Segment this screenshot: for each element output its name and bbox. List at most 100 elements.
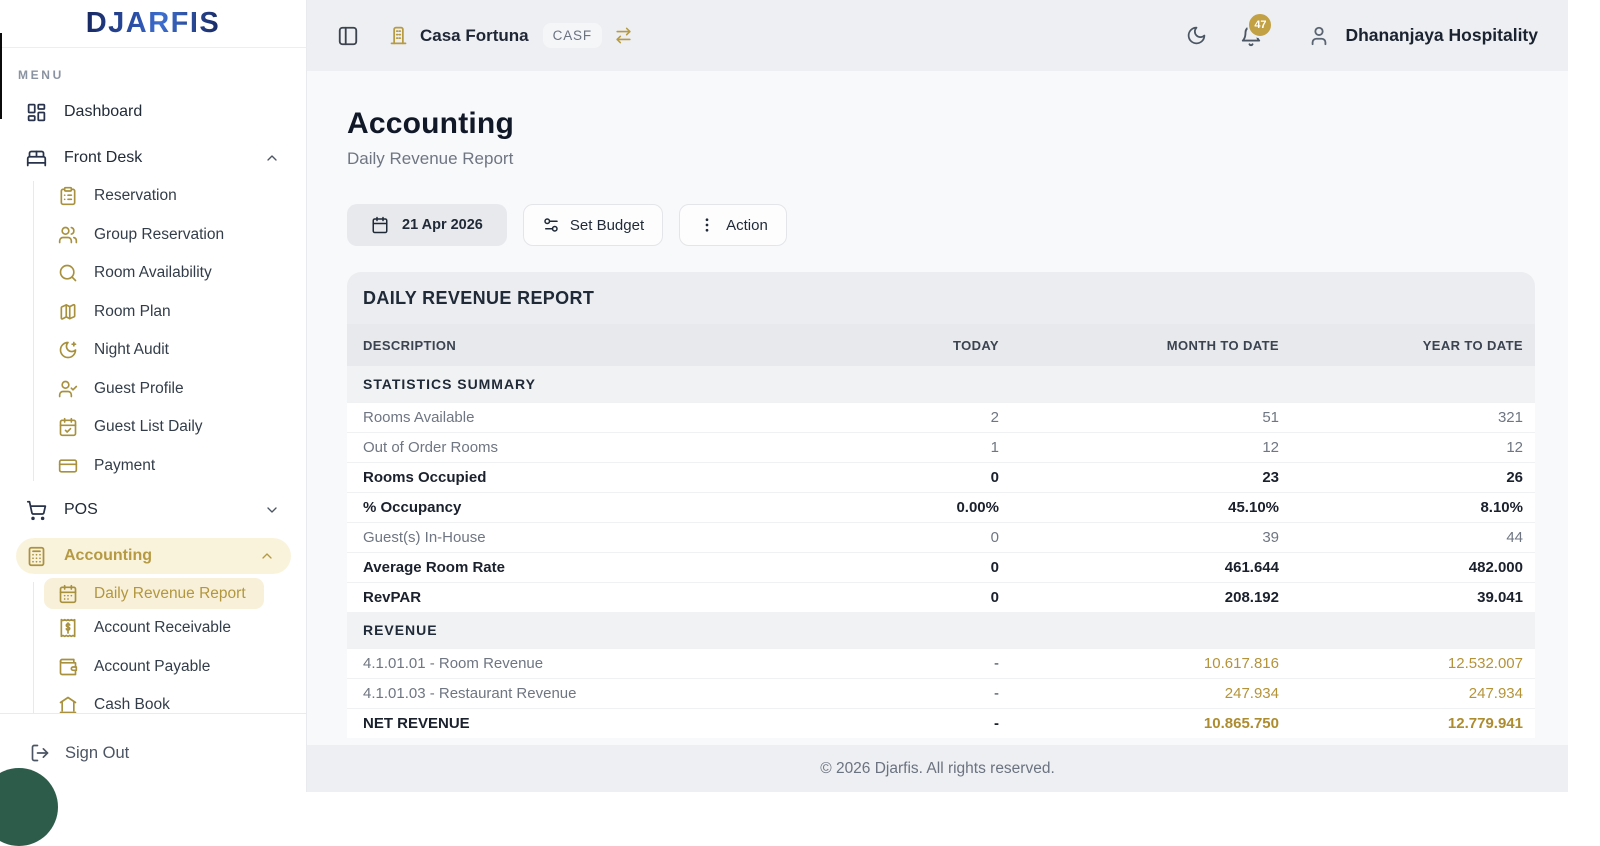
sidebar-item-group-reservation[interactable]: Group Reservation [0,216,306,255]
account-name[interactable]: Dhananjaya Hospitality [1345,25,1538,46]
property-code-badge: CASF [542,23,602,48]
table-header-row: DESCRIPTION TODAY MONTH TO DATE YEAR TO … [347,324,1535,366]
screen-edge-artifact [0,33,2,119]
table-row: Rooms Occupied 0 23 26 [347,461,1535,492]
section-header-statistics: STATISTICS SUMMARY [347,366,1535,402]
switch-property-icon[interactable] [614,26,633,45]
copyright-text: © 2026 Djarfis. All rights reserved. [820,759,1055,777]
table-row: Average Room Rate 0 461.644 482.000 [347,551,1535,582]
table-row: 4.1.01.03 - Restaurant Revenue - 247.934… [347,677,1535,708]
sidebar-item-label: Daily Revenue Report [94,584,246,602]
property-switcher[interactable]: Casa Fortuna CASF [388,23,633,48]
sidebar-item-pos[interactable]: POS [0,493,306,527]
table-row-net-revenue: NET REVENUE - 10.865.750 12.779.941 [347,707,1535,738]
daily-revenue-report-card: DAILY REVENUE REPORT DESCRIPTION TODAY M… [347,272,1535,738]
section-header-revenue: REVENUE [347,612,1535,648]
page-subtitle: Daily Revenue Report [347,149,514,168]
table-row: 4.1.01.01 - Room Revenue - 10.617.816 12… [347,647,1535,678]
table-row: Rooms Available 2 51 321 [347,401,1535,432]
search-icon [58,263,78,283]
sidebar-item-payment[interactable]: Payment [0,447,306,486]
sidebar-item-account-receivable[interactable]: Account Receivable [0,609,306,648]
page-title: Accounting [347,107,514,140]
sidebar-nav: Dashboard Front Desk Reservation Group R… [0,95,306,725]
table-row: % Occupancy 0.00% 45.10% 8.10% [347,491,1535,522]
sidebar-item-night-audit[interactable]: Night Audit [0,331,306,370]
user-avatar-icon[interactable] [1308,25,1330,47]
sidebar-item-label: Group Reservation [94,225,225,243]
topbar-right: 47 Dhananjaya Hospitality [1186,11,1568,47]
column-header-mtd: MONTH TO DATE [1011,324,1291,366]
shopping-cart-icon [26,500,47,521]
sidebar-item-label: Account Receivable [94,619,231,637]
sidebar-item-label: Cash Book [94,696,170,714]
sidebar-item-guest-profile[interactable]: Guest Profile [0,370,306,409]
subnav-guide-line [33,582,34,721]
notifications-bell-icon[interactable]: 47 [1240,11,1274,47]
moon-star-icon [58,340,78,360]
bed-icon [26,148,47,169]
sidebar-item-label: POS [64,501,98,518]
sidebar-item-label: Accounting [64,547,152,564]
sidebar-item-label: Account Payable [94,657,211,675]
dashboard-icon [26,102,47,123]
sidebar-item-label: Reservation [94,187,177,205]
subnav-guide-line [33,181,34,481]
sidebar: DJARFIS MENU Dashboard Front Desk Reserv… [0,0,307,792]
property-name: Casa Fortuna [420,25,529,45]
users-icon [58,225,78,245]
table-row: Out of Order Rooms 1 12 12 [347,431,1535,462]
column-header-today: TODAY [731,324,1011,366]
map-icon [58,302,78,322]
kebab-menu-icon [705,218,709,232]
clipboard-icon [58,186,78,206]
sidebar-item-daily-revenue-report[interactable]: Daily Revenue Report [44,578,264,609]
sidebar-item-label: Front Desk [64,149,143,166]
sidebar-header: DJARFIS [0,0,306,48]
chevron-up-icon [259,548,275,564]
date-picker-label: 21 Apr 2026 [402,217,483,233]
sidebar-item-room-availability[interactable]: Room Availability [0,254,306,293]
front-desk-subnav: Reservation Group Reservation Room Avail… [0,177,306,485]
set-budget-button[interactable]: Set Budget [522,204,664,246]
column-header-description: DESCRIPTION [347,324,731,366]
sidebar-item-reservation[interactable]: Reservation [0,177,306,216]
hotel-building-icon [388,25,409,46]
sign-out-label: Sign Out [65,743,130,762]
log-out-icon [30,743,50,763]
report-title: DAILY REVENUE REPORT [347,272,1535,324]
sidebar-item-front-desk[interactable]: Front Desk [0,141,306,175]
main-content: Accounting Daily Revenue Report 21 Apr 2… [307,71,1568,745]
calendar-icon [372,216,388,234]
sidebar-item-label: Room Availability [94,264,212,282]
set-budget-label: Set Budget [569,216,645,234]
toolbar: 21 Apr 2026 Set Budget Action [347,204,1568,246]
action-button[interactable]: Action [679,204,787,246]
sidebar-item-account-payable[interactable]: Account Payable [0,648,306,687]
wallet-icon [58,657,78,677]
sidebar-item-accounting[interactable]: Accounting [16,538,291,574]
sidebar-item-label: Dashboard [64,103,143,120]
calculator-icon [26,546,47,567]
chevron-up-icon [264,150,280,166]
dark-mode-icon[interactable] [1186,25,1207,46]
sidebar-item-dashboard[interactable]: Dashboard [0,95,306,129]
sidebar-item-label: Night Audit [94,341,169,359]
sidebar-item-guest-list-daily[interactable]: Guest List Daily [0,408,306,447]
credit-card-icon [58,456,78,476]
sidebar-toggle-icon[interactable] [337,25,359,47]
menu-section-label: MENU [18,68,64,82]
accounting-subnav: Daily Revenue Report Account Receivable … [0,578,306,725]
sidebar-item-label: Room Plan [94,302,171,320]
date-picker-button[interactable]: 21 Apr 2026 [347,204,507,246]
column-header-ytd: YEAR TO DATE [1291,324,1535,366]
action-label: Action [726,216,768,234]
sidebar-item-label: Guest List Daily [94,418,203,436]
footer: © 2026 Djarfis. All rights reserved. [307,745,1568,792]
calendar-icon [58,584,78,604]
app-logo: DJARFIS [85,7,221,39]
chevron-down-icon [264,502,280,518]
sidebar-item-room-plan[interactable]: Room Plan [0,293,306,332]
revenue-table: DESCRIPTION TODAY MONTH TO DATE YEAR TO … [347,324,1535,738]
table-row: RevPAR 0 208.192 39.041 [347,581,1535,612]
